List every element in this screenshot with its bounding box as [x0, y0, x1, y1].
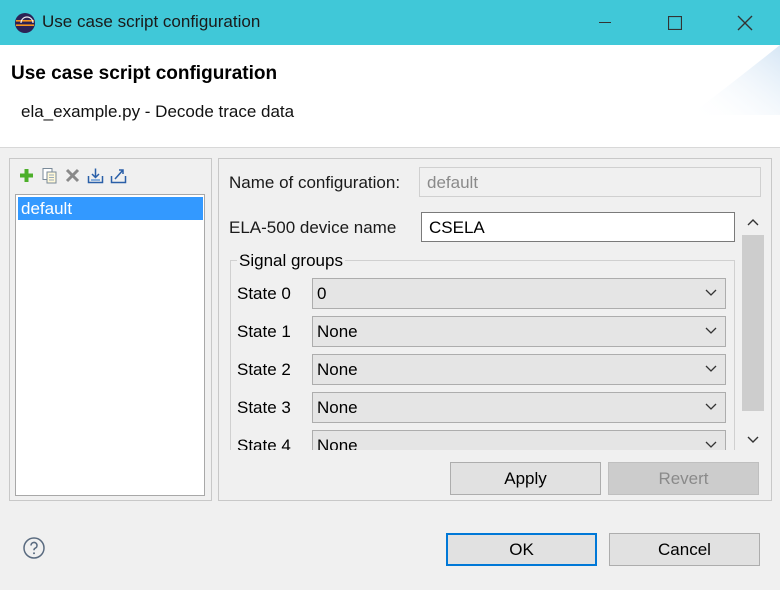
- scroll-down-button[interactable]: [741, 429, 765, 451]
- maximize-button[interactable]: [640, 0, 710, 45]
- cancel-button[interactable]: Cancel: [609, 533, 760, 566]
- name-label: Name of configuration:: [229, 173, 401, 192]
- state-row: State 0 0: [237, 278, 727, 310]
- signal-groups-viewport: State 0 0 State 1 None State 2 None Stat…: [219, 260, 739, 450]
- state-row: State 3 None: [237, 392, 727, 424]
- config-details-panel: Name of configuration: default ELA-500 d…: [218, 158, 772, 501]
- chevron-down-icon: [705, 441, 717, 448]
- import-icon[interactable]: [87, 167, 104, 184]
- scroll-up-button[interactable]: [741, 211, 765, 233]
- window-title: Use case script configuration: [42, 12, 261, 31]
- chevron-down-icon: [705, 289, 717, 296]
- config-item-default[interactable]: default: [18, 197, 203, 220]
- banner-graphic: [690, 45, 780, 115]
- help-icon[interactable]: [23, 537, 45, 559]
- config-list-panel: default: [9, 158, 212, 501]
- delete-icon[interactable]: [64, 167, 81, 184]
- chevron-down-icon: [747, 436, 759, 443]
- title-bar[interactable]: Use case script configuration: [0, 0, 780, 45]
- scroll-thumb[interactable]: [742, 235, 764, 411]
- state-0-combo[interactable]: 0: [312, 278, 726, 309]
- chevron-down-icon: [705, 403, 717, 410]
- state-label: State 2: [237, 360, 291, 379]
- add-icon[interactable]: [18, 167, 35, 184]
- device-name-label: ELA-500 device name: [229, 218, 397, 237]
- minimize-icon: [599, 21, 611, 23]
- config-list[interactable]: default: [15, 194, 205, 496]
- state-row: State 2 None: [237, 354, 727, 386]
- close-button[interactable]: [710, 0, 780, 45]
- vertical-scrollbar[interactable]: [741, 211, 765, 451]
- state-row: State 1 None: [237, 316, 727, 348]
- ok-button[interactable]: OK: [446, 533, 597, 566]
- dialog-header: Use case script configuration ela_exampl…: [0, 45, 780, 148]
- state-label: State 3: [237, 398, 291, 417]
- state-2-combo[interactable]: None: [312, 354, 726, 385]
- eclipse-icon: [15, 13, 35, 33]
- combo-value: None: [317, 398, 358, 417]
- state-1-combo[interactable]: None: [312, 316, 726, 347]
- state-label: State 4: [237, 436, 291, 450]
- state-row: State 4 None: [237, 430, 727, 450]
- apply-button[interactable]: Apply: [450, 462, 601, 495]
- state-4-combo[interactable]: None: [312, 430, 726, 450]
- state-label: State 0: [237, 284, 291, 303]
- revert-button[interactable]: Revert: [608, 462, 759, 495]
- chevron-down-icon: [705, 327, 717, 334]
- device-name-field[interactable]: CSELA: [421, 212, 735, 242]
- header-description: ela_example.py - Decode trace data: [21, 102, 295, 121]
- combo-value: None: [317, 322, 358, 341]
- chevron-up-icon: [747, 219, 759, 226]
- maximize-icon: [668, 15, 682, 30]
- state-label: State 1: [237, 322, 291, 341]
- minimize-button[interactable]: [570, 0, 640, 45]
- combo-value: None: [317, 436, 358, 450]
- close-icon: [737, 15, 753, 30]
- state-3-combo[interactable]: None: [312, 392, 726, 423]
- config-toolbar: [18, 167, 127, 187]
- header-title: Use case script configuration: [11, 63, 278, 84]
- chevron-down-icon: [705, 365, 717, 372]
- combo-value: None: [317, 360, 358, 379]
- export-icon[interactable]: [110, 167, 127, 184]
- combo-value: 0: [317, 284, 327, 303]
- name-field: default: [419, 167, 761, 197]
- copy-icon[interactable]: [41, 167, 58, 184]
